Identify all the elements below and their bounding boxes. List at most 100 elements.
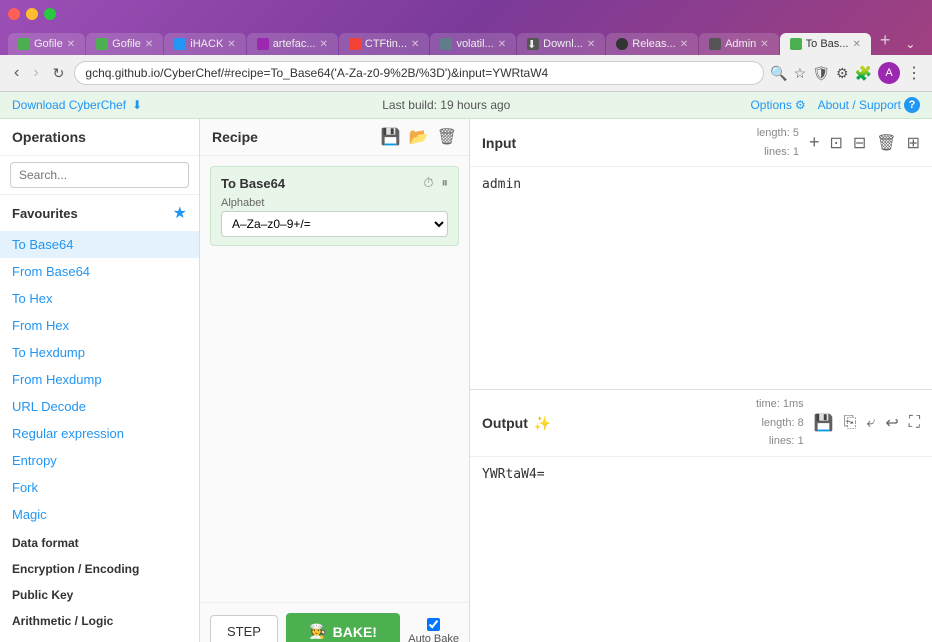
auto-bake-checkbox[interactable] xyxy=(427,618,440,631)
close-button[interactable] xyxy=(8,8,20,20)
tab-gofile1[interactable]: Gofile ✕ xyxy=(8,33,85,55)
auto-bake-container: Auto Bake xyxy=(408,618,459,642)
about-support-button[interactable]: About / Support ? xyxy=(818,97,920,113)
save-recipe-icon[interactable]: 💾 xyxy=(381,127,401,147)
reload-button[interactable]: ↻ xyxy=(49,63,69,84)
recipe-item-to-base64: To Base64 ⏱ ⏸ Alphabet A–Za–z0–9+/= Stan… xyxy=(210,166,459,246)
input-content[interactable]: admin xyxy=(470,167,932,389)
tab-close-icon[interactable]: ✕ xyxy=(680,39,688,50)
maximize-button[interactable] xyxy=(44,8,56,20)
sidebar: Operations Favourites ★ To Base64 From B… xyxy=(0,119,200,642)
tab-favicon xyxy=(257,38,269,50)
options-button[interactable]: Options ⚙ xyxy=(750,98,805,112)
sidebar-item-url-decode[interactable]: URL Decode xyxy=(0,393,199,420)
download-icon[interactable]: ⬇ xyxy=(132,98,142,112)
sidebar-favourites[interactable]: Favourites ★ xyxy=(0,195,199,231)
tab-label: Gofile xyxy=(112,38,141,50)
sidebar-list: Favourites ★ To Base64 From Base64 To He… xyxy=(0,195,199,642)
extensions-icon[interactable]: 🧩 xyxy=(855,65,872,82)
output-save-button[interactable]: 💾 xyxy=(814,413,834,433)
input-clear-button[interactable]: 🗑 xyxy=(876,133,896,153)
app-toolbar: Download CyberChef ⬇ Last build: 19 hour… xyxy=(0,92,932,119)
recipe-item-pause-icon[interactable]: ⏸ xyxy=(442,175,449,191)
menu-icon[interactable]: ⋮ xyxy=(906,63,922,83)
tab-close-icon[interactable]: ✕ xyxy=(760,39,768,50)
wand-icon[interactable]: ✨ xyxy=(534,415,551,432)
output-replace-button[interactable]: ⤶ xyxy=(866,414,875,432)
browser-window: Gofile ✕ Gofile ✕ iHACK ✕ artefac... ✕ C… xyxy=(0,0,932,642)
output-title: Output xyxy=(482,415,528,431)
sidebar-item-from-hex[interactable]: From Hex xyxy=(0,312,199,339)
back-button[interactable]: ‹ xyxy=(10,62,23,84)
tab-admin[interactable]: Admin ✕ xyxy=(699,33,779,55)
tab-favicon xyxy=(709,38,721,50)
sidebar-item-fork[interactable]: Fork xyxy=(0,474,199,501)
output-lines: 1 xyxy=(798,435,804,447)
tab-bar-container: Gofile ✕ Gofile ✕ iHACK ✕ artefac... ✕ C… xyxy=(0,0,932,55)
input-file-button[interactable]: ⊡ xyxy=(829,133,842,153)
tab-label: Admin xyxy=(725,38,756,50)
output-copy-button[interactable]: ⎘ xyxy=(844,414,857,432)
step-button[interactable]: STEP xyxy=(210,615,278,642)
new-tab-button[interactable]: + xyxy=(872,26,899,55)
sidebar-item-to-hexdump[interactable]: To Hexdump xyxy=(0,339,199,366)
tab-releas[interactable]: Releas... ✕ xyxy=(606,33,698,55)
sidebar-item-from-hexdump[interactable]: From Hexdump xyxy=(0,366,199,393)
tab-gofile2[interactable]: Gofile ✕ xyxy=(86,33,163,55)
tab-favicon xyxy=(18,38,30,50)
input-header: Input length: 5 lines: 1 + ⊡ ⊟ 🗑 ⊞ xyxy=(470,119,932,167)
tab-close-icon[interactable]: ✕ xyxy=(67,39,75,50)
tab-close-icon[interactable]: ✕ xyxy=(498,39,506,50)
bookmark-icon[interactable]: ☆ xyxy=(794,65,807,82)
tab-close-icon[interactable]: ✕ xyxy=(145,39,153,50)
sidebar-item-to-base64[interactable]: To Base64 xyxy=(0,231,199,258)
tab-label: Downl... xyxy=(543,38,583,50)
recipe-alphabet-select[interactable]: A–Za–z0–9+/= Standard URL Safe xyxy=(221,211,448,237)
tab-favicon xyxy=(96,38,108,50)
build-info: Last build: 19 hours ago xyxy=(382,98,510,112)
sidebar-item-magic[interactable]: Magic xyxy=(0,501,199,528)
profile-icon[interactable]: A xyxy=(878,62,900,84)
download-link[interactable]: Download CyberChef xyxy=(12,98,126,112)
output-undo-button[interactable]: ↩ xyxy=(885,413,898,433)
tab-close-icon[interactable]: ✕ xyxy=(319,39,327,50)
url-input[interactable] xyxy=(74,61,764,85)
sidebar-section-data-format[interactable]: Data format xyxy=(0,528,199,554)
input-grid-button[interactable]: ⊞ xyxy=(907,133,920,153)
open-recipe-icon[interactable]: 📂 xyxy=(409,127,429,147)
tab-artefac[interactable]: artefac... ✕ xyxy=(247,33,338,55)
tab-close-icon[interactable]: ✕ xyxy=(852,39,860,50)
search-input[interactable] xyxy=(10,162,189,188)
traffic-lights xyxy=(8,8,56,20)
recipe-field: Alphabet A–Za–z0–9+/= Standard URL Safe xyxy=(221,197,448,237)
tab-downl[interactable]: ⬇ Downl... ✕ xyxy=(517,33,605,55)
tab-volatil[interactable]: volatil... ✕ xyxy=(430,33,516,55)
sidebar-section-encryption[interactable]: Encryption / Encoding xyxy=(0,554,199,580)
tab-close-icon[interactable]: ✕ xyxy=(587,39,595,50)
settings-icon[interactable]: ⚙ xyxy=(836,65,849,82)
clear-recipe-icon[interactable]: 🗑 xyxy=(437,127,457,147)
tab-favicon xyxy=(616,38,628,50)
tab-close-icon[interactable]: ✕ xyxy=(411,39,419,50)
sidebar-item-regex[interactable]: Regular expression xyxy=(0,420,199,447)
tab-close-icon[interactable]: ✕ xyxy=(227,39,235,50)
input-add-button[interactable]: + xyxy=(809,132,820,153)
sidebar-item-from-base64[interactable]: From Base64 xyxy=(0,258,199,285)
bake-button[interactable]: 🧑‍🍳 BAKE! xyxy=(286,613,400,642)
io-area: Input length: 5 lines: 1 + ⊡ ⊟ 🗑 ⊞ xyxy=(470,119,932,642)
output-expand-button[interactable]: ⛶ xyxy=(909,414,920,432)
tab-overflow-button[interactable]: ⌄ xyxy=(899,33,921,55)
sidebar-item-entropy[interactable]: Entropy xyxy=(0,447,199,474)
tab-tobas[interactable]: To Bas... ✕ xyxy=(780,33,871,55)
tab-ihack[interactable]: iHACK ✕ xyxy=(164,33,245,55)
input-split-button[interactable]: ⊟ xyxy=(853,133,866,153)
sidebar-section-arithmetic[interactable]: Arithmetic / Logic xyxy=(0,606,199,632)
output-text: YWRtaW4= xyxy=(482,467,545,482)
minimize-button[interactable] xyxy=(26,8,38,20)
output-header: Output ✨ time: 1ms length: 8 lines: 1 💾 … xyxy=(470,390,932,457)
length-label: length: xyxy=(757,127,793,139)
sidebar-item-to-hex[interactable]: To Hex xyxy=(0,285,199,312)
sidebar-section-public-key[interactable]: Public Key xyxy=(0,580,199,606)
forward-button[interactable]: › xyxy=(29,62,42,84)
tab-ctftin[interactable]: CTFtin... ✕ xyxy=(339,33,430,55)
